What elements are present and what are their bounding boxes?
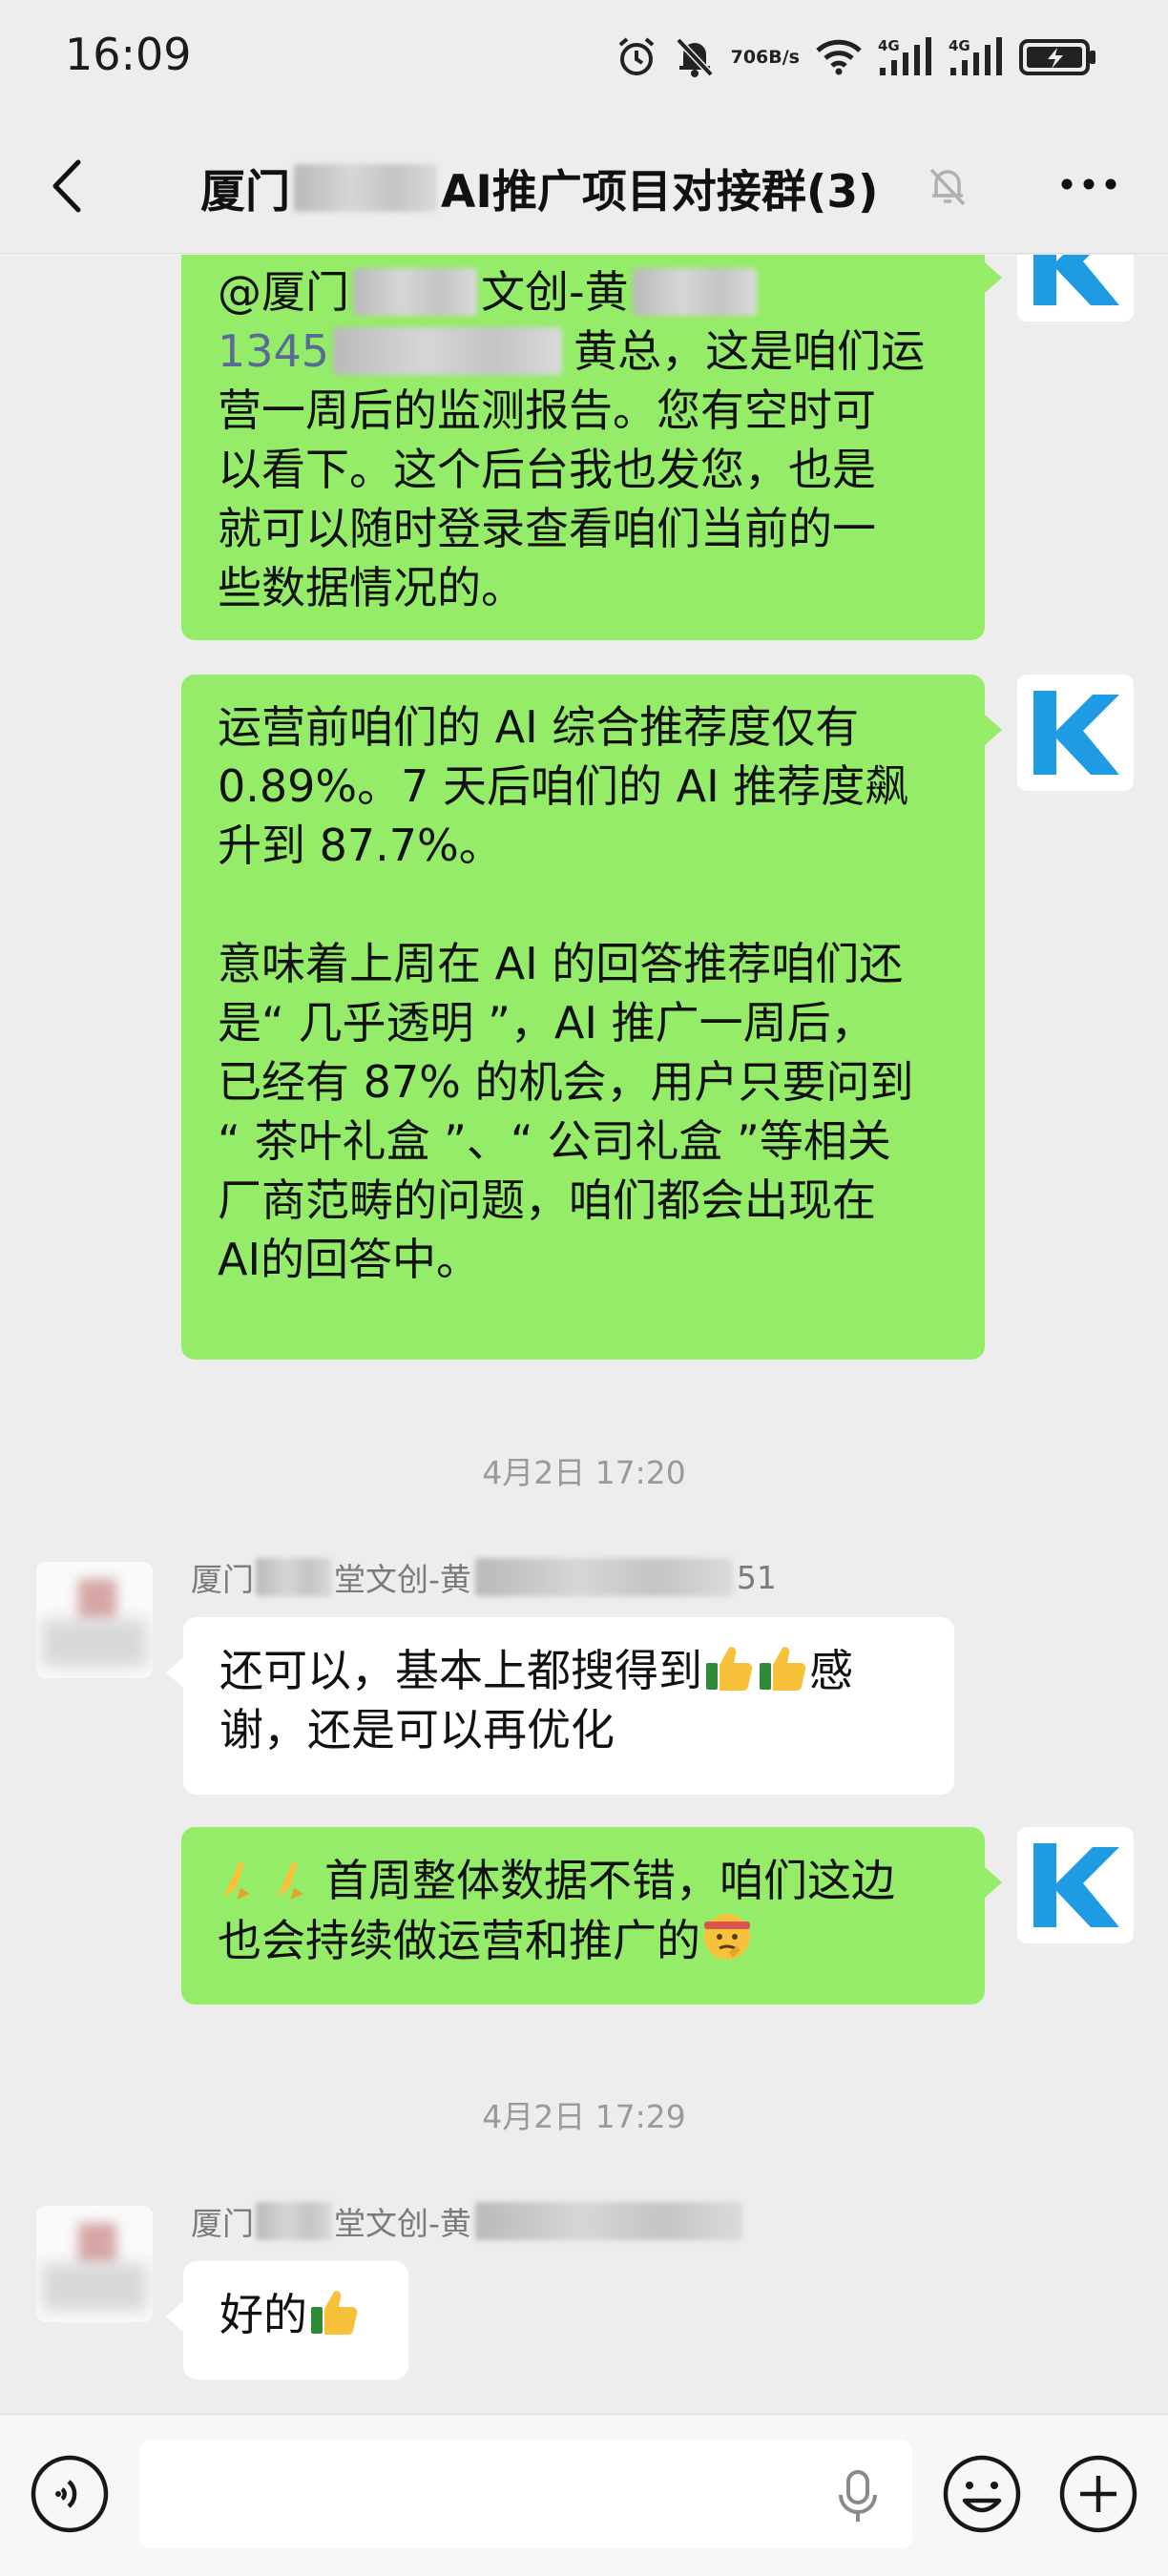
chat-title-suffix: AI推广项目对接群(3) — [441, 166, 879, 218]
bubble-tail — [985, 1867, 1002, 1898]
message-line: 营一周后的监测报告。您有空时可 — [218, 384, 876, 436]
message-line — [218, 875, 949, 934]
network-label-1: 4G — [878, 37, 900, 54]
avatar[interactable] — [1017, 675, 1134, 791]
message-line: 首周整体数据不错，咱们这边 — [218, 1850, 949, 1910]
message-outgoing: 首周整体数据不错，咱们这边 也会持续做运营和推广的 — [0, 1827, 1168, 2008]
message-line: “ 茶叶礼盒 ”、“ 公司礼盒 ”等相关 — [218, 1115, 891, 1167]
avatar[interactable] — [36, 2206, 153, 2322]
message-bubble[interactable]: 还可以，基本上都搜得到感 谢，还是可以再优化 — [183, 1617, 954, 1795]
message-bubble[interactable]: 运营前咱们的 AI 综合推荐度仅有 0.89%。7 天后咱们的 AI 推荐度飙 … — [181, 675, 985, 1360]
message-outgoing: 运营前咱们的 AI 综合推荐度仅有 0.89%。7 天后咱们的 AI 推荐度飙 … — [0, 675, 1168, 1361]
plus-circle-icon — [1059, 2455, 1137, 2533]
alarm-icon — [615, 35, 658, 79]
k-logo-icon — [1033, 255, 1119, 305]
battery-charging-icon — [1019, 37, 1097, 77]
chat-title: 厦门 AI推广项目对接群(3) — [200, 155, 879, 220]
message-incoming: 厦门 堂文创-黄 好的 — [0, 2202, 1168, 2397]
net-speed: 706 B/s — [730, 46, 800, 68]
signal-4g-icon-2: 4G — [949, 37, 1004, 77]
message-timestamp: 4月2日 17:29 — [482, 2098, 686, 2135]
redacted-text — [256, 1558, 332, 1596]
bubble-tail — [985, 715, 1002, 745]
network-label-2: 4G — [949, 37, 970, 54]
k-logo-icon — [1033, 1843, 1119, 1927]
chat-title-prefix: 厦门 — [200, 166, 290, 218]
avatar[interactable] — [36, 1562, 153, 1678]
message-line: 厂商范畴的问题，咱们都会出现在 — [218, 1174, 876, 1226]
microphone-icon[interactable] — [832, 2468, 884, 2525]
more-dots-icon — [1061, 178, 1116, 190]
thumbs-up-emoji — [760, 1647, 806, 1691]
message-line: 以看下。这个后台我也发您，也是 — [218, 444, 876, 495]
emoji-button[interactable] — [941, 2453, 1023, 2535]
input-bar — [0, 2414, 1168, 2576]
message-bubble[interactable]: 好的 — [183, 2261, 408, 2379]
signal-4g-icon-1: 4G — [878, 37, 933, 77]
k-logo-icon — [1033, 691, 1119, 775]
message-line: AI的回答中。 — [218, 1234, 481, 1285]
message-line: 0.89%。7 天后咱们的 AI 推荐度飙 — [218, 760, 909, 812]
redacted-text — [256, 2202, 332, 2240]
message-timestamp: 4月2日 17:20 — [482, 1454, 686, 1491]
muted-bell-icon — [924, 162, 971, 210]
message-line: 升到 87.7%。 — [218, 820, 503, 871]
status-time: 16:09 — [65, 29, 192, 80]
muted-bell-icon — [674, 35, 716, 79]
message-line: @厦门 文创-黄 — [218, 262, 949, 322]
avatar[interactable] — [1017, 255, 1134, 322]
wifi-icon — [815, 38, 863, 76]
message-bubble[interactable]: @厦门 文创-黄 1345 黄总，这是咱们运 营一周后的监测报告。您有空时可 以… — [181, 255, 985, 640]
pray-hands-emoji — [223, 1860, 250, 1900]
message-bubble[interactable]: 首周整体数据不错，咱们这边 也会持续做运营和推广的 — [181, 1827, 985, 2005]
message-line: 就可以随时登录查看咱们当前的一 — [218, 503, 876, 554]
redacted-text — [333, 327, 563, 375]
message-incoming: 厦门 堂文创-黄 51 还可以，基本上都搜得到感 谢，还是可以再优化 — [0, 1558, 1168, 1819]
message-input[interactable] — [139, 2440, 912, 2548]
thumbs-up-emoji — [311, 2291, 358, 2335]
bubble-tail — [166, 2301, 183, 2332]
avatar[interactable] — [1017, 1827, 1134, 1943]
sender-name: 厦门 堂文创-黄 — [191, 2198, 746, 2244]
pray-hands-emoji — [277, 1860, 303, 1900]
message-line: 已经有 87% 的机会，用户只要问到 — [218, 1056, 914, 1108]
more-options-button[interactable] — [1055, 170, 1122, 198]
voice-mode-button[interactable] — [29, 2453, 111, 2535]
chevron-left-icon — [52, 159, 81, 213]
redacted-text — [474, 1558, 733, 1596]
back-button[interactable] — [42, 155, 99, 218]
redacted-text — [632, 268, 757, 316]
message-line: 运营前咱们的 AI 综合推荐度仅有 — [218, 701, 860, 753]
message-line: 谢，还是可以再优化 — [219, 1704, 615, 1755]
thumbs-up-emoji — [706, 1647, 753, 1691]
message-line: 还可以，基本上都搜得到感 — [219, 1640, 918, 1700]
nav-bar: 厦门 AI推广项目对接群(3) — [0, 114, 1168, 254]
message-line: 意味着上周在 AI 的回答推荐咱们还 — [218, 938, 904, 989]
chat-message-list[interactable]: @厦门 文创-黄 1345 黄总，这是咱们运 营一周后的监测报告。您有空时可 以… — [0, 255, 1168, 2411]
message-line: 是“ 几乎透明 ”，AI 推广一周后， — [218, 997, 875, 1049]
status-icons: 706 B/s 4G 4G — [615, 31, 1097, 84]
mention-phone[interactable]: 1345 — [218, 322, 329, 381]
bubble-tail — [166, 1657, 183, 1688]
redacted-text — [474, 2202, 742, 2240]
thinking-face-emoji — [704, 1914, 750, 1960]
bubble-tail — [985, 262, 1002, 293]
more-actions-button[interactable] — [1057, 2453, 1139, 2535]
voice-wave-icon — [31, 2455, 109, 2533]
smiley-icon — [943, 2455, 1021, 2533]
message-line: 也会持续做运营和推广的 — [218, 1910, 949, 1970]
redacted-text — [353, 268, 477, 316]
message-outgoing: @厦门 文创-黄 1345 黄总，这是咱们运 营一周后的监测报告。您有空时可 以… — [0, 255, 1168, 646]
status-bar: 16:09 706 B/s 4G 4G — [0, 0, 1168, 114]
message-line: 1345 黄总，这是咱们运 — [218, 322, 949, 381]
redacted-text — [294, 163, 437, 212]
message-line: 些数据情况的。 — [218, 562, 525, 613]
sender-name: 厦门 堂文创-黄 51 — [191, 1558, 777, 1598]
message-line: 好的 — [219, 2284, 372, 2344]
